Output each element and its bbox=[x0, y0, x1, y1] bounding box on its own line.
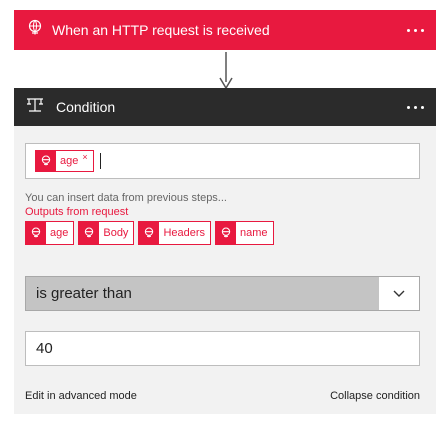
token-remove-icon[interactable]: × bbox=[82, 152, 87, 162]
http-request-icon bbox=[79, 222, 100, 244]
http-request-icon bbox=[26, 19, 44, 42]
condition-header[interactable]: Condition bbox=[14, 88, 436, 126]
condition-card: Condition age × You can insert data from… bbox=[14, 88, 436, 414]
trigger-more-menu-icon[interactable] bbox=[407, 28, 424, 32]
trigger-title: When an HTTP request is received bbox=[52, 22, 270, 38]
outputs-list: age Body Headers name bbox=[25, 221, 274, 245]
token-age[interactable]: age × bbox=[35, 150, 94, 172]
output-token-age[interactable]: age bbox=[25, 221, 75, 245]
output-token-label: name bbox=[240, 227, 268, 239]
condition-title: Condition bbox=[56, 99, 116, 115]
token-label: age bbox=[60, 155, 79, 167]
collapse-condition-link[interactable]: Collapse condition bbox=[330, 390, 420, 402]
output-token-name[interactable]: name bbox=[215, 221, 274, 245]
output-token-label: age bbox=[50, 227, 69, 239]
output-token-body[interactable]: Body bbox=[78, 221, 135, 245]
http-request-icon bbox=[36, 151, 56, 171]
condition-icon bbox=[26, 97, 44, 118]
operator-value: is greater than bbox=[36, 285, 132, 302]
operator-select[interactable]: is greater than bbox=[25, 276, 420, 311]
output-token-label: Headers bbox=[163, 227, 206, 239]
outputs-title: Outputs from request bbox=[25, 206, 129, 218]
output-token-headers[interactable]: Headers bbox=[138, 221, 212, 245]
right-operand-input[interactable]: 40 bbox=[25, 331, 420, 366]
edit-advanced-mode-link[interactable]: Edit in advanced mode bbox=[25, 390, 137, 402]
flow-arrow-icon bbox=[219, 52, 233, 90]
http-request-icon bbox=[26, 222, 46, 244]
output-token-label: Body bbox=[103, 227, 129, 239]
condition-more-menu-icon[interactable] bbox=[407, 105, 424, 109]
http-trigger-card[interactable]: When an HTTP request is received bbox=[14, 10, 436, 50]
http-request-icon bbox=[216, 222, 237, 244]
insert-data-hint: You can insert data from previous steps.… bbox=[25, 192, 227, 204]
text-caret bbox=[99, 153, 101, 169]
http-request-icon bbox=[139, 222, 160, 244]
left-operand-input[interactable]: age × bbox=[25, 143, 420, 179]
chevron-down-icon[interactable] bbox=[379, 277, 419, 310]
right-operand-value: 40 bbox=[36, 340, 53, 357]
